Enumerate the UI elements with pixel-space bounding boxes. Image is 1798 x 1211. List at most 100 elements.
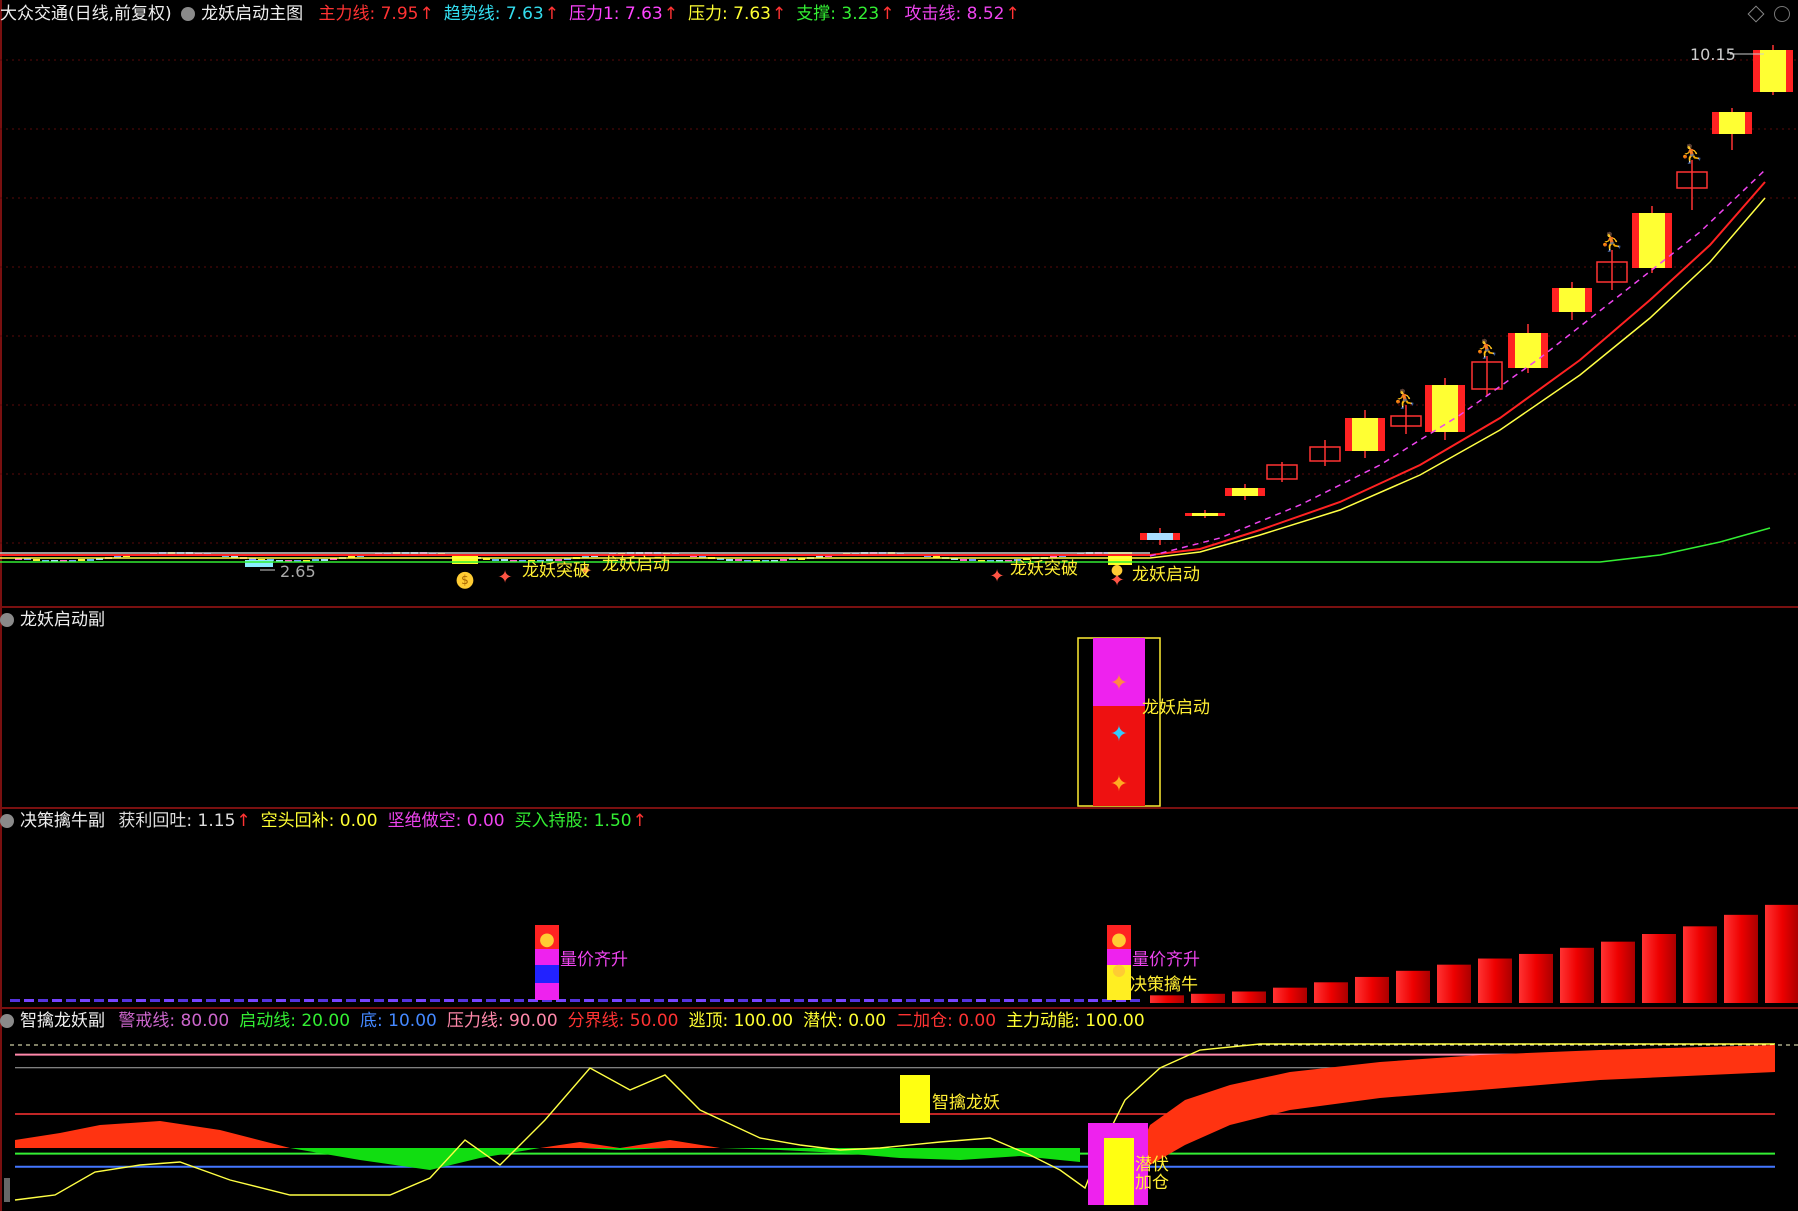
histogram-tick bbox=[710, 999, 720, 1002]
histogram-tick bbox=[360, 999, 370, 1002]
up-arrow-icon: ↑ bbox=[419, 4, 434, 24]
sub1-signal-label: 龙妖启动 bbox=[1142, 698, 1210, 718]
histogram-tick bbox=[570, 999, 580, 1002]
histogram-tick bbox=[920, 999, 930, 1002]
histogram-tick bbox=[80, 999, 90, 1002]
profit-bar bbox=[1314, 982, 1348, 1003]
histogram-tick bbox=[962, 999, 972, 1002]
candle bbox=[780, 559, 787, 561]
histogram-tick bbox=[1004, 999, 1014, 1002]
histogram-tick bbox=[892, 999, 902, 1002]
up-arrow-icon: ↑ bbox=[772, 4, 787, 24]
histogram-tick bbox=[52, 999, 62, 1002]
momentum-area-rise bbox=[1135, 1045, 1775, 1165]
histogram-tick bbox=[738, 999, 748, 1002]
up-arrow-icon: ↑ bbox=[663, 4, 679, 24]
candle bbox=[960, 559, 967, 561]
readout-0: 买入持股: 1.50 bbox=[514, 811, 632, 831]
candle bbox=[245, 560, 273, 567]
signal-column bbox=[1107, 983, 1131, 1000]
histogram-tick bbox=[402, 999, 412, 1002]
histogram-tick bbox=[346, 999, 356, 1002]
histogram-tick bbox=[1046, 999, 1056, 1002]
histogram-tick bbox=[640, 999, 650, 1002]
readout-0: 空头回补: 0.00 bbox=[260, 811, 378, 831]
histogram-tick bbox=[136, 999, 146, 1002]
readout-5: 逃顶: 100.00 bbox=[688, 1011, 794, 1031]
histogram-tick bbox=[990, 999, 1000, 1002]
readout-1: 趋势线: 7.63 bbox=[443, 4, 544, 24]
histogram-tick bbox=[906, 999, 916, 1002]
histogram-tick bbox=[850, 999, 860, 1002]
line-support bbox=[0, 527, 1771, 563]
profit-bar bbox=[1601, 941, 1635, 1003]
readout-2: 底: 10.00 bbox=[360, 1011, 437, 1031]
sub1-header: 龙妖启动副 bbox=[0, 608, 115, 632]
histogram-tick bbox=[290, 999, 300, 1002]
close-icon[interactable] bbox=[1774, 6, 1790, 22]
histogram-tick bbox=[150, 999, 160, 1002]
sub3-signal-add: 加仓 bbox=[1135, 1173, 1169, 1193]
candle bbox=[1232, 488, 1258, 496]
sub2-readouts: 获利回吐: 1.15↑ 空头回补: 0.00 坚绝做空: 0.00 买入持股: 1.5… bbox=[118, 811, 656, 831]
readout-0: 警戒线: 80.00 bbox=[118, 1011, 230, 1031]
line-main-force bbox=[0, 181, 1766, 556]
histogram-tick bbox=[1018, 999, 1028, 1002]
collapse-icon[interactable] bbox=[0, 613, 14, 627]
histogram-tick bbox=[374, 999, 384, 1002]
sub2-signal-vp-1: 量价齐升 bbox=[560, 950, 628, 970]
readout-1: 启动线: 20.00 bbox=[239, 1011, 351, 1031]
butterfly-icon: ✦ bbox=[1110, 722, 1128, 747]
histogram-tick bbox=[514, 999, 524, 1002]
histogram-tick bbox=[682, 999, 692, 1002]
histogram-tick bbox=[1074, 999, 1084, 1002]
sub-chart-1: ✦ ✦ ✦ bbox=[1077, 637, 1161, 807]
runner-icon: ⛹ bbox=[1681, 143, 1703, 165]
collapse-icon[interactable] bbox=[0, 814, 14, 828]
histogram-tick bbox=[220, 999, 230, 1002]
dragon-signal-block bbox=[900, 1075, 930, 1123]
signal-start-2: 龙妖启动 bbox=[1132, 565, 1200, 585]
histogram-tick bbox=[444, 999, 454, 1002]
money-bag-icon: ● bbox=[1111, 929, 1127, 950]
profit-bar bbox=[1396, 970, 1430, 1003]
readout-4: 支撑: 3.23 bbox=[796, 4, 880, 24]
histogram-tick bbox=[472, 999, 482, 1002]
histogram-tick bbox=[262, 999, 272, 1002]
histogram-tick bbox=[626, 999, 636, 1002]
sub2-header: 决策擒牛副 获利回吐: 1.15↑ 空头回补: 0.00 坚绝做空: 0.00 买入持… bbox=[0, 809, 667, 833]
profit-bar bbox=[1232, 991, 1266, 1003]
histogram-tick bbox=[458, 999, 468, 1002]
profit-bar bbox=[1519, 953, 1553, 1003]
histogram-tick bbox=[276, 999, 286, 1002]
collapse-icon[interactable] bbox=[0, 1014, 14, 1028]
histogram-tick bbox=[696, 999, 706, 1002]
candle bbox=[726, 559, 733, 561]
signal-column bbox=[535, 983, 559, 1000]
profit-bar bbox=[1150, 995, 1184, 1003]
collapse-icon[interactable] bbox=[181, 7, 196, 21]
profit-bar bbox=[1355, 976, 1389, 1003]
histogram-tick bbox=[318, 999, 328, 1002]
candle bbox=[1192, 513, 1218, 516]
profit-bar bbox=[1273, 987, 1307, 1003]
line-pressure bbox=[0, 197, 1766, 559]
histogram-tick bbox=[248, 999, 258, 1002]
histogram-tick bbox=[108, 999, 118, 1002]
histogram-tick bbox=[864, 999, 874, 1002]
readout-1: 坚绝做空: 0.00 bbox=[387, 811, 505, 831]
histogram-tick bbox=[836, 999, 846, 1002]
histogram-tick bbox=[654, 999, 664, 1002]
low-price-label: 2.65 bbox=[280, 562, 316, 581]
histogram-tick bbox=[10, 999, 20, 1002]
histogram-tick bbox=[94, 999, 104, 1002]
runner-icon: ⛹ bbox=[1601, 231, 1623, 253]
profit-bar bbox=[1642, 934, 1676, 1003]
histogram-tick bbox=[794, 999, 804, 1002]
sub2-title: 决策擒牛副 bbox=[20, 811, 105, 831]
histogram-tick bbox=[934, 999, 944, 1002]
readout-3: 压力线: 90.00 bbox=[446, 1011, 558, 1031]
histogram-tick bbox=[24, 999, 34, 1002]
candle bbox=[87, 559, 94, 561]
up-arrow-icon: ↑ bbox=[1005, 4, 1020, 24]
